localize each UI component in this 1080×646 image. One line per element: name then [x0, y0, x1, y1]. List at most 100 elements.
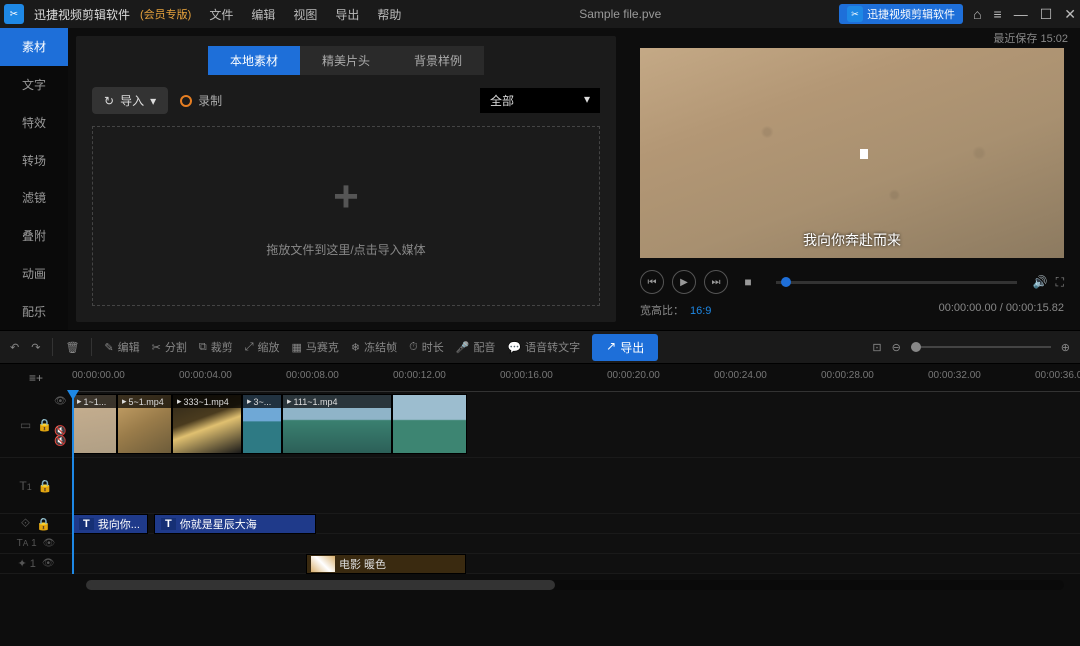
close-icon[interactable]: ✕: [1064, 6, 1076, 23]
cat-music[interactable]: 配乐: [0, 292, 68, 330]
menu-edit[interactable]: 编辑: [251, 6, 275, 23]
duration-button[interactable]: ⏱ 时长: [409, 339, 444, 355]
play-button[interactable]: ▶: [672, 270, 696, 294]
video-clip[interactable]: ▸3~...: [242, 394, 282, 454]
cat-fx[interactable]: 特效: [0, 104, 68, 142]
video-clip[interactable]: ▸5~1.mp4: [117, 394, 172, 454]
dub-button[interactable]: 🎤 配音: [456, 339, 496, 355]
undo-button[interactable]: ↶: [10, 341, 19, 354]
menu-export[interactable]: 导出: [335, 6, 359, 23]
playhead[interactable]: [72, 392, 74, 574]
scale-button[interactable]: ⤢ 缩放: [245, 339, 280, 355]
text-track-head: ⟐ 🔒: [0, 514, 72, 533]
redo-button[interactable]: ↷: [31, 341, 40, 354]
import-button[interactable]: ↻ 导入 ▾: [92, 87, 168, 114]
cat-text[interactable]: 文字: [0, 66, 68, 104]
maximize-icon[interactable]: ☐: [1040, 6, 1053, 23]
text-clip[interactable]: T你就是星辰大海: [154, 514, 316, 534]
tab-local[interactable]: 本地素材: [208, 46, 300, 75]
video-clip[interactable]: ▸333~1.mp4: [172, 394, 242, 454]
video-icon[interactable]: ▭: [20, 418, 31, 432]
mosaic-button[interactable]: ▦ 马赛克: [292, 339, 339, 355]
media-tabs: 本地素材 精美片头 背景样例: [92, 46, 600, 75]
fx-track-body[interactable]: 电影 暖色: [72, 554, 1080, 573]
ruler-tick: 00:00:32.00: [928, 370, 981, 381]
mute-icon[interactable]: 🔇: [54, 426, 66, 437]
scrollbar-thumb[interactable]: [86, 580, 555, 590]
mute-icon[interactable]: 🔇: [54, 436, 66, 447]
aspect-ratio[interactable]: 16:9: [690, 305, 711, 317]
timeline-toolbar: ↶ ↷ 🗑 ✎ 编辑 ✂ 分割 ⧉ 裁剪 ⤢ 缩放 ▦ 马赛克 ❄ 冻结帧 ⏱ …: [0, 330, 1080, 364]
zoom-area: ⊡ ⊖ ⊕: [872, 341, 1070, 354]
window-controls: ⌂ ≡ — ☐ ✕: [973, 6, 1076, 23]
refresh-icon: ↻: [104, 94, 114, 108]
text-track-body[interactable]: T我向你... T你就是星辰大海: [72, 514, 1080, 533]
stop-button[interactable]: ■: [736, 270, 760, 294]
volume-icon[interactable]: 🔊: [1033, 275, 1048, 289]
video-clip[interactable]: ▸111~1.mp4: [282, 394, 392, 454]
preview-video[interactable]: 我向你奔赴而来: [640, 48, 1064, 258]
ruler-tick: 00:00:28.00: [821, 370, 874, 381]
export-button[interactable]: ↗ 导出: [592, 334, 658, 361]
lock-icon[interactable]: 🔒: [36, 517, 51, 531]
lock-icon[interactable]: 🔒: [37, 418, 52, 432]
video-clip[interactable]: ▸1~1...: [72, 394, 117, 454]
subtitle-track-body[interactable]: [72, 458, 1080, 513]
ruler-tick: 00:00:24.00: [714, 370, 767, 381]
stt-button[interactable]: 💬 语音转文字: [507, 339, 580, 355]
next-frame-button[interactable]: ⏭: [704, 270, 728, 294]
menu-view[interactable]: 视图: [293, 6, 317, 23]
cat-media[interactable]: 素材: [0, 28, 68, 66]
subtitle-track: T1 🔒 👁 🔇: [0, 458, 1080, 514]
menu-help[interactable]: 帮助: [377, 6, 401, 23]
home-icon[interactable]: ⌂: [973, 6, 981, 22]
ruler-tick: 00:00:16.00: [500, 370, 553, 381]
cat-overlay[interactable]: 叠附: [0, 217, 68, 255]
delete-button[interactable]: 🗑: [65, 341, 79, 354]
text-icon[interactable]: ⟐: [21, 516, 30, 531]
crop-button[interactable]: ⧉ 裁剪: [199, 339, 233, 355]
horizontal-scrollbar[interactable]: [86, 580, 1064, 590]
cat-filter[interactable]: 滤镜: [0, 179, 68, 217]
category-sidebar: 素材 文字 特效 转场 滤镜 叠附 动画 配乐: [0, 28, 68, 330]
video-track-body[interactable]: ▸1~1...▸5~1.mp4▸333~1.mp4▸3~...▸111~1.mp…: [72, 392, 1080, 457]
text-clip[interactable]: T我向你...: [72, 514, 148, 534]
video-clip[interactable]: [392, 394, 467, 454]
freeze-button[interactable]: ❄ 冻结帧: [351, 339, 397, 355]
menu-icon[interactable]: ≡: [994, 6, 1002, 22]
zoom-out-button[interactable]: ⊖: [892, 341, 901, 354]
tab-backgrounds[interactable]: 背景样例: [392, 46, 484, 75]
filter-clip[interactable]: 电影 暖色: [306, 554, 466, 574]
menu-file[interactable]: 文件: [209, 6, 233, 23]
preview-meta: 宽高比：16:9 00:00:00.00 / 00:00:15.82: [640, 302, 1064, 318]
fit-button[interactable]: ⊡: [872, 341, 881, 354]
cat-animation[interactable]: 动画: [0, 255, 68, 293]
play-controls: ⏮ ▶ ⏭ ■ 🔊 ⛶: [640, 270, 1064, 294]
split-button[interactable]: ✂ 分割: [152, 339, 187, 355]
update-chip[interactable]: ✂ 迅捷视频剪辑软件: [839, 4, 963, 24]
lock-icon[interactable]: 🔒: [38, 479, 53, 493]
zoom-slider[interactable]: [911, 346, 1051, 348]
progress-thumb[interactable]: [781, 277, 791, 287]
eye-icon[interactable]: 👁: [54, 396, 67, 407]
prev-frame-button[interactable]: ⏮: [640, 270, 664, 294]
upper-region: 素材 文字 特效 转场 滤镜 叠附 动画 配乐 本地素材 精美片头 背景样例 ↻…: [0, 28, 1080, 330]
minimize-icon[interactable]: —: [1014, 6, 1028, 22]
drop-zone[interactable]: + 拖放文件到这里/点击导入媒体: [92, 126, 600, 306]
add-track-button[interactable]: ≡+: [18, 366, 54, 390]
zoom-in-button[interactable]: ⊕: [1061, 341, 1070, 354]
tab-intros[interactable]: 精美片头: [300, 46, 392, 75]
record-button[interactable]: 录制: [180, 92, 222, 109]
zoom-thumb[interactable]: [911, 342, 921, 352]
cat-transition[interactable]: 转场: [0, 141, 68, 179]
progress-bar[interactable]: [776, 281, 1017, 284]
fullscreen-icon[interactable]: ⛶: [1056, 275, 1064, 290]
filter-dropdown[interactable]: 全部 ▾: [480, 88, 600, 113]
subtitle-icon[interactable]: T1: [19, 479, 31, 493]
edit-button[interactable]: ✎ 编辑: [104, 339, 139, 355]
eye-icon[interactable]: 👁: [43, 538, 56, 549]
eye-icon[interactable]: 👁: [42, 558, 55, 569]
timeline-ruler[interactable]: ≡+ 00:00:00.0000:00:04.0000:00:08.0000:0…: [0, 364, 1080, 392]
app-name: 迅捷视频剪辑软件: [34, 6, 130, 23]
subtitle-track-head: T1 🔒 👁 🔇: [0, 458, 72, 513]
